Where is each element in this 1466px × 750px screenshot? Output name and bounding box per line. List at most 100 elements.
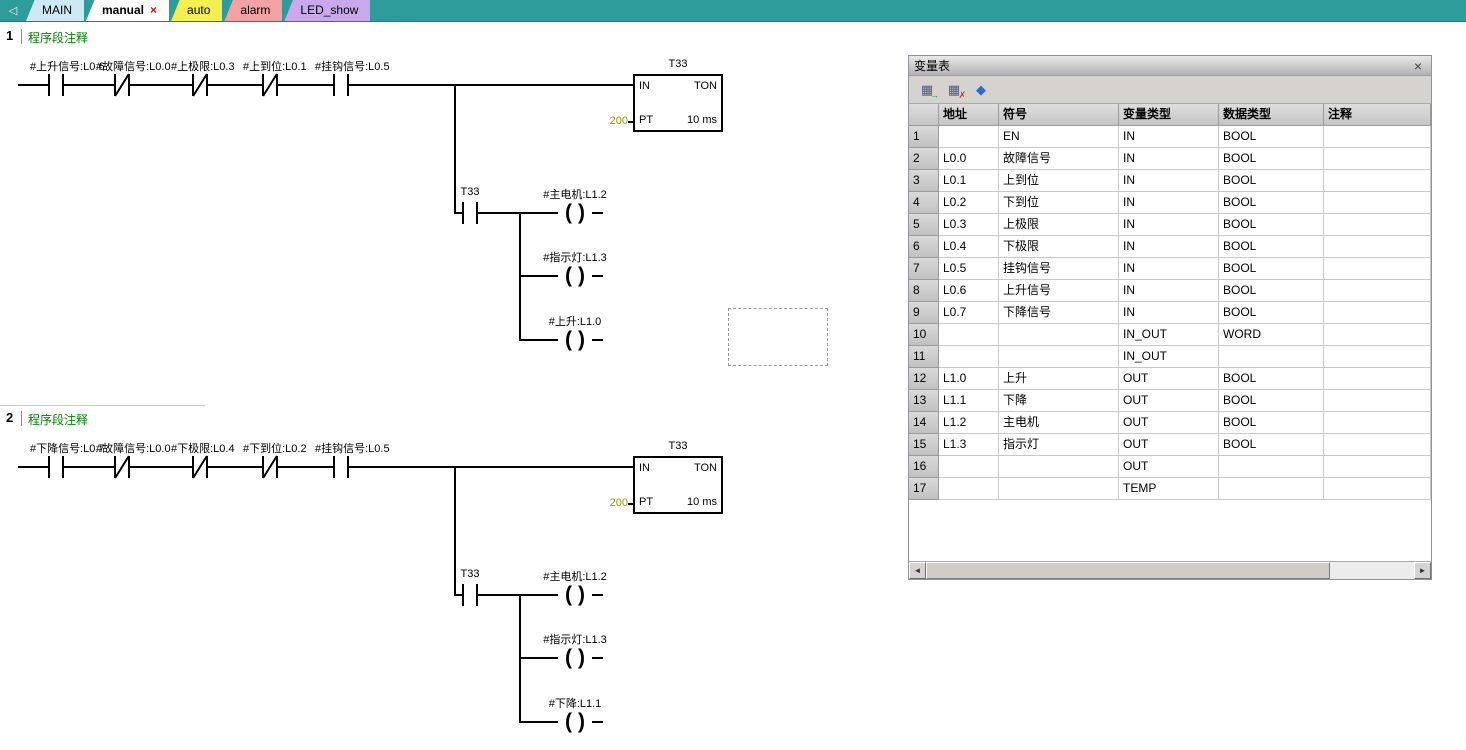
row-number-cell[interactable]: 7: [909, 258, 939, 280]
comment-cell[interactable]: [1324, 214, 1431, 236]
coil[interactable]: (): [558, 646, 592, 670]
tab-manual[interactable]: manual ×: [86, 0, 169, 21]
tab-auto[interactable]: auto: [171, 0, 222, 21]
h-scrollbar[interactable]: ◄ ►: [909, 561, 1431, 579]
data-type-cell[interactable]: BOOL: [1219, 434, 1324, 456]
scroll-thumb[interactable]: [926, 562, 1330, 579]
timer-box[interactable]: IN TON PT 10 ms: [633, 74, 723, 132]
address-cell[interactable]: L0.3: [939, 214, 999, 236]
address-cell[interactable]: [939, 456, 999, 478]
contact-label[interactable]: #挂钩信号:L0.5: [315, 58, 390, 74]
symbol-cell[interactable]: 下降: [999, 390, 1119, 412]
address-cell[interactable]: L1.2: [939, 412, 999, 434]
address-cell[interactable]: [939, 126, 999, 148]
timer-box[interactable]: IN TON PT 10 ms: [633, 456, 723, 514]
variable-table-titlebar[interactable]: 变量表 ×: [909, 56, 1431, 76]
var-type-cell[interactable]: OUT: [1119, 368, 1219, 390]
row-number-cell[interactable]: 5: [909, 214, 939, 236]
symbol-cell[interactable]: 上升: [999, 368, 1119, 390]
contact-nc[interactable]: [262, 456, 278, 478]
data-type-cell[interactable]: BOOL: [1219, 412, 1324, 434]
tab-main[interactable]: MAIN: [26, 0, 84, 21]
delete-row-icon[interactable]: ▦ ✗: [943, 80, 965, 100]
coil[interactable]: (): [558, 264, 592, 288]
contact-label[interactable]: #上升信号:L0.6: [30, 58, 105, 74]
var-type-cell[interactable]: IN: [1119, 170, 1219, 192]
var-type-cell[interactable]: OUT: [1119, 412, 1219, 434]
coil[interactable]: (): [558, 328, 592, 352]
var-type-cell[interactable]: IN: [1119, 148, 1219, 170]
contact-no[interactable]: [48, 74, 64, 96]
data-type-cell[interactable]: BOOL: [1219, 192, 1324, 214]
row-number-cell[interactable]: 16: [909, 456, 939, 478]
data-type-cell[interactable]: BOOL: [1219, 126, 1324, 148]
symbol-cell[interactable]: 下降信号: [999, 302, 1119, 324]
data-type-cell[interactable]: BOOL: [1219, 368, 1324, 390]
row-number-cell[interactable]: 13: [909, 390, 939, 412]
coil[interactable]: (): [558, 583, 592, 607]
contact-no[interactable]: [48, 456, 64, 478]
contact-nc[interactable]: [114, 456, 130, 478]
row-number-cell[interactable]: 15: [909, 434, 939, 456]
symbol-cell[interactable]: 上极限: [999, 214, 1119, 236]
address-cell[interactable]: L0.6: [939, 280, 999, 302]
row-number-cell[interactable]: 14: [909, 412, 939, 434]
var-type-cell[interactable]: IN: [1119, 280, 1219, 302]
var-type-cell[interactable]: IN: [1119, 302, 1219, 324]
timer-preset-value[interactable]: 200: [588, 497, 628, 509]
coil-label[interactable]: #主电机:L1.2: [543, 568, 607, 584]
scroll-right-button[interactable]: ►: [1414, 562, 1431, 579]
var-type-cell[interactable]: TEMP: [1119, 478, 1219, 500]
comment-cell[interactable]: [1324, 170, 1431, 192]
data-type-cell[interactable]: BOOL: [1219, 390, 1324, 412]
comment-cell[interactable]: [1324, 434, 1431, 456]
contact-no[interactable]: [462, 584, 478, 606]
scroll-left-button[interactable]: ◄: [909, 562, 926, 579]
address-cell[interactable]: [939, 478, 999, 500]
coil-label[interactable]: #主电机:L1.2: [543, 186, 607, 202]
data-type-cell[interactable]: [1219, 346, 1324, 368]
row-number-cell[interactable]: 3: [909, 170, 939, 192]
scroll-track[interactable]: [1330, 562, 1414, 579]
comment-cell[interactable]: [1324, 478, 1431, 500]
data-type-cell[interactable]: WORD: [1219, 324, 1324, 346]
address-cell[interactable]: L0.2: [939, 192, 999, 214]
contact-no[interactable]: [333, 74, 349, 96]
close-tab-icon[interactable]: ×: [150, 0, 157, 21]
address-cell[interactable]: L0.4: [939, 236, 999, 258]
col-header-var-type[interactable]: 变量类型: [1119, 104, 1219, 126]
symbol-cell[interactable]: 故障信号: [999, 148, 1119, 170]
col-header-symbol[interactable]: 符号: [999, 104, 1119, 126]
var-type-cell[interactable]: IN_OUT: [1119, 324, 1219, 346]
data-type-cell[interactable]: [1219, 478, 1324, 500]
coil[interactable]: (): [558, 710, 592, 734]
data-type-cell[interactable]: BOOL: [1219, 236, 1324, 258]
contact-no[interactable]: [462, 202, 478, 224]
address-cell[interactable]: L1.1: [939, 390, 999, 412]
comment-cell[interactable]: [1324, 412, 1431, 434]
symbol-cell[interactable]: [999, 324, 1119, 346]
symbol-cell[interactable]: 主电机: [999, 412, 1119, 434]
contact-label[interactable]: #故障信号:L0.0: [96, 58, 171, 74]
row-number-cell[interactable]: 1: [909, 126, 939, 148]
var-type-cell[interactable]: IN: [1119, 192, 1219, 214]
row-number-cell[interactable]: 9: [909, 302, 939, 324]
address-cell[interactable]: L0.7: [939, 302, 999, 324]
comment-cell[interactable]: [1324, 192, 1431, 214]
var-type-cell[interactable]: OUT: [1119, 390, 1219, 412]
corner-cell[interactable]: [909, 104, 939, 126]
data-type-cell[interactable]: BOOL: [1219, 148, 1324, 170]
coil-label[interactable]: #指示灯:L1.3: [543, 249, 607, 265]
row-number-cell[interactable]: 6: [909, 236, 939, 258]
network-comment[interactable]: 程序段注释: [28, 411, 88, 428]
row-number-cell[interactable]: 4: [909, 192, 939, 214]
row-number-cell[interactable]: 11: [909, 346, 939, 368]
row-number-cell[interactable]: 10: [909, 324, 939, 346]
symbol-cell[interactable]: EN: [999, 126, 1119, 148]
comment-cell[interactable]: [1324, 324, 1431, 346]
address-cell[interactable]: L0.1: [939, 170, 999, 192]
row-number-cell[interactable]: 17: [909, 478, 939, 500]
contact-label[interactable]: #下到位:L0.2: [243, 440, 307, 456]
symbol-cell[interactable]: [999, 478, 1119, 500]
contact-nc[interactable]: [192, 456, 208, 478]
